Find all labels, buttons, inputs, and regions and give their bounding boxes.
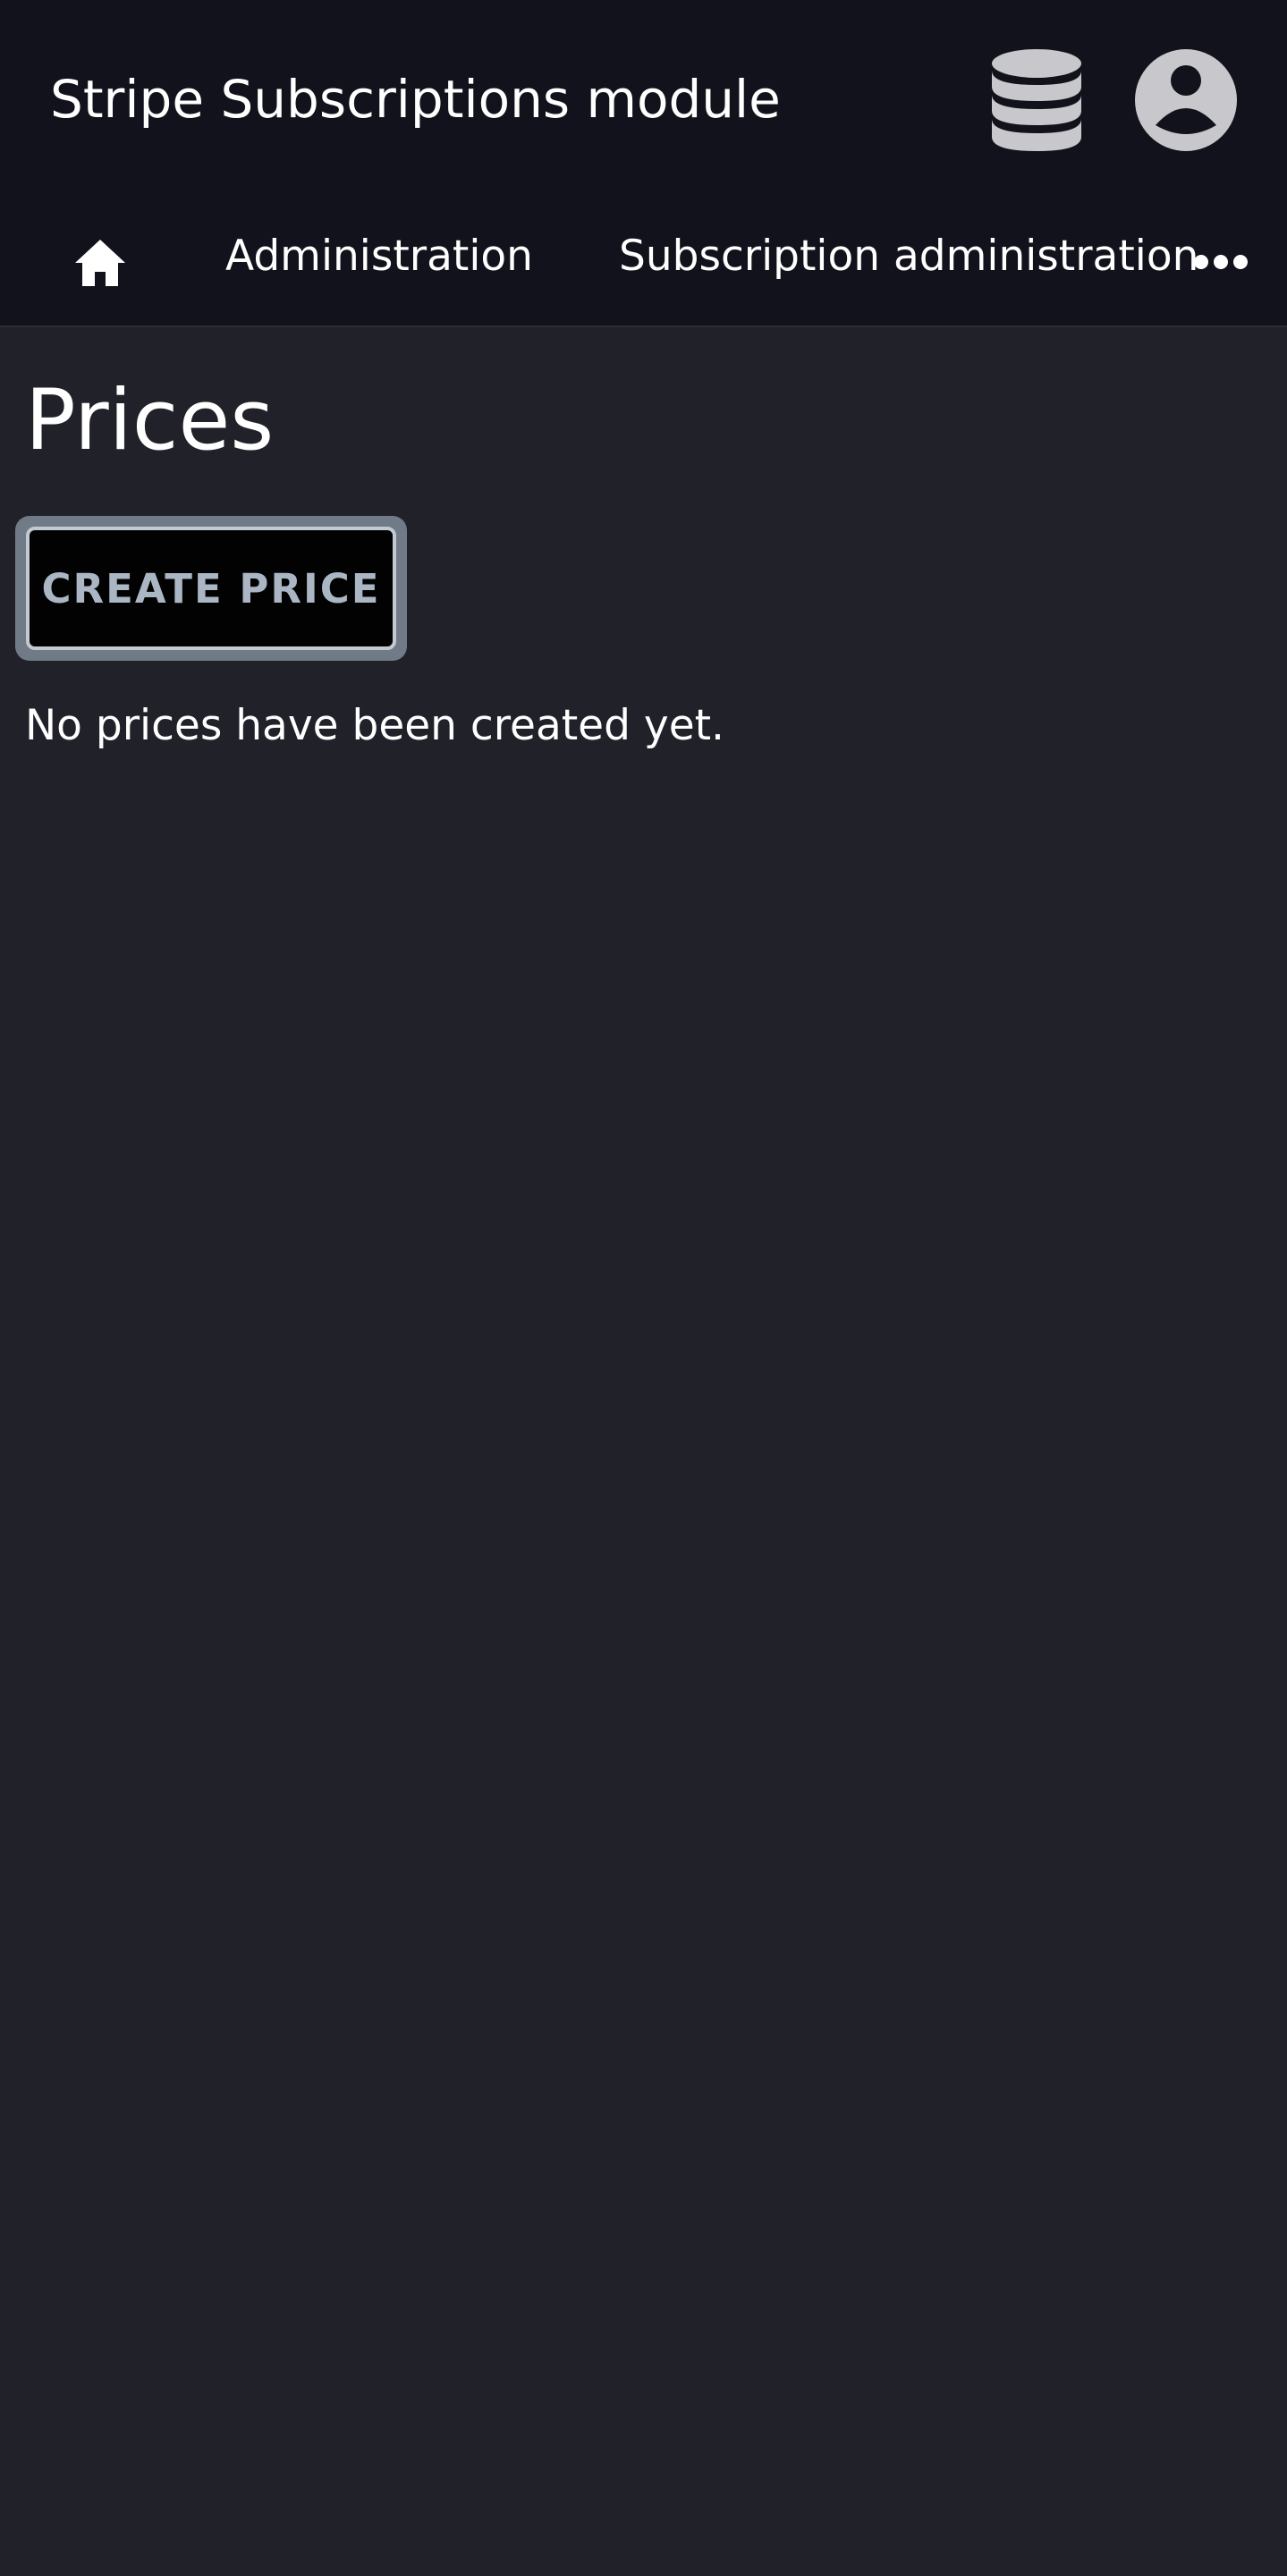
database-icon[interactable] bbox=[991, 48, 1082, 152]
create-price-button-label: CREATE PRICE bbox=[26, 527, 396, 650]
breadcrumb-item-subscription-administration[interactable]: Subscription administration bbox=[619, 229, 1198, 284]
breadcrumb: Administration Subscription administrati… bbox=[0, 198, 1287, 327]
create-price-button[interactable]: CREATE PRICE bbox=[15, 516, 407, 661]
home-icon[interactable] bbox=[72, 234, 129, 291]
user-account-icon[interactable] bbox=[1134, 48, 1238, 152]
app-title: Stripe Subscriptions module bbox=[50, 69, 781, 130]
breadcrumb-item-administration[interactable]: Administration bbox=[225, 229, 533, 284]
page-title: Prices bbox=[25, 372, 275, 469]
empty-state-message: No prices have been created yet. bbox=[25, 701, 724, 750]
more-horizontal-icon[interactable] bbox=[1193, 249, 1249, 275]
top-app-bar: Stripe Subscriptions module bbox=[0, 0, 1287, 198]
